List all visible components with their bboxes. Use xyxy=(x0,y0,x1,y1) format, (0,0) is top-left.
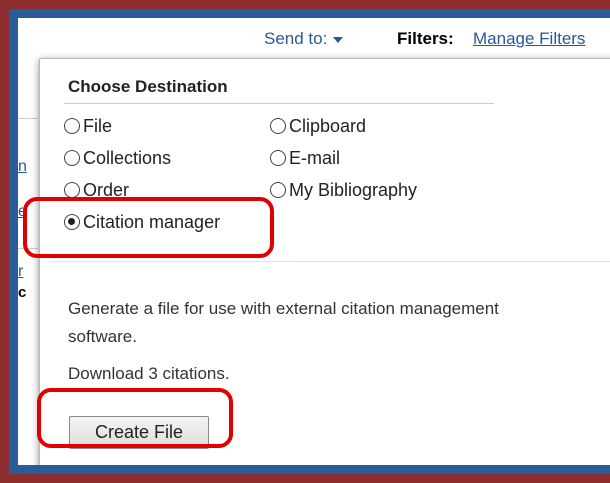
option-label: My Bibliography xyxy=(289,180,418,200)
manage-filters-link[interactable]: Manage Filters xyxy=(473,29,585,49)
option-label: Collections xyxy=(83,148,172,168)
divider xyxy=(18,118,38,119)
option-label: Clipboard xyxy=(289,116,367,136)
divider xyxy=(50,261,610,262)
chevron-down-icon xyxy=(333,36,344,43)
filters-label: Filters: xyxy=(397,29,454,48)
radio-icon[interactable] xyxy=(270,182,286,198)
results-toolbar: Send to: Filters: Manage Filters xyxy=(18,18,610,58)
result-link-fragment[interactable]: r xyxy=(18,263,23,281)
result-text-fragment: c xyxy=(18,284,27,301)
destination-option-my-bibliography[interactable]: My Bibliography xyxy=(270,180,417,201)
destination-option-email[interactable]: E-mail xyxy=(270,148,340,169)
result-link-fragment[interactable]: n xyxy=(18,158,27,176)
destination-option-file[interactable]: File xyxy=(64,116,112,137)
radio-icon[interactable] xyxy=(64,150,80,166)
radio-icon[interactable] xyxy=(64,182,80,198)
download-count-text: Download 3 citations. xyxy=(68,364,230,383)
radio-icon[interactable] xyxy=(270,150,286,166)
radio-icon[interactable] xyxy=(270,118,286,134)
destination-description: Generate a file for use with external ci… xyxy=(68,299,499,346)
annotation-highlight xyxy=(23,197,274,258)
option-label: E-mail xyxy=(289,148,341,168)
send-to-menu[interactable]: Send to: xyxy=(264,29,344,49)
radio-icon[interactable] xyxy=(64,118,80,134)
popup-title: Choose Destination xyxy=(68,77,228,96)
send-to-label: Send to: xyxy=(264,29,328,48)
divider xyxy=(64,103,494,104)
annotation-highlight xyxy=(37,388,233,448)
destination-option-collections[interactable]: Collections xyxy=(64,148,171,169)
option-label: File xyxy=(83,116,113,136)
destination-option-clipboard[interactable]: Clipboard xyxy=(270,116,366,137)
